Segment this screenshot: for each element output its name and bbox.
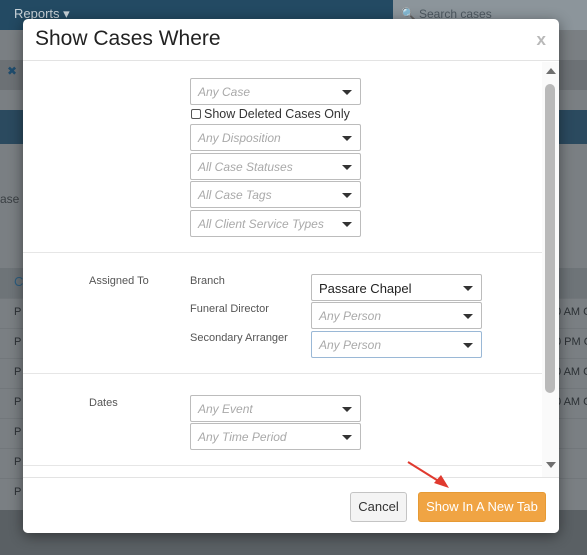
dialog-body: Any Case Show Deleted Cases Only Any Dis… <box>23 62 559 477</box>
show-deleted-cases-checkbox[interactable] <box>191 109 201 119</box>
chevron-down-icon <box>342 193 352 198</box>
section-divider <box>23 373 542 374</box>
row-prefix: P <box>14 336 22 348</box>
time-period-placeholder: Any Time Period <box>198 430 287 444</box>
row-time: 0 AM C <box>555 366 587 378</box>
chevron-down-icon <box>463 343 473 348</box>
event-select[interactable]: Any Event <box>190 395 361 422</box>
cancel-button[interactable]: Cancel <box>350 492 407 522</box>
event-placeholder: Any Event <box>198 402 253 416</box>
chevron-down-icon <box>463 286 473 291</box>
client-service-types-select[interactable]: All Client Service Types <box>190 210 361 237</box>
case-select[interactable]: Any Case <box>190 78 361 105</box>
close-tab-icon[interactable]: ✖ <box>7 64 17 78</box>
secondary-arranger-label: Secondary Arranger <box>190 332 288 344</box>
disposition-select[interactable]: Any Disposition <box>190 124 361 151</box>
row-prefix: P <box>14 306 22 318</box>
case-statuses-select[interactable]: All Case Statuses <box>190 153 361 180</box>
dialog-header: Show Cases Where x <box>23 19 559 61</box>
row-time: 0 PM O <box>555 336 587 348</box>
branch-select[interactable]: Passare Chapel <box>311 274 482 301</box>
column-header-fragment: C <box>14 274 24 289</box>
scroll-up-icon[interactable] <box>546 68 556 74</box>
disposition-placeholder: Any Disposition <box>198 131 281 145</box>
funeral-director-select[interactable]: Any Person <box>311 302 482 329</box>
row-time: 0 AM C <box>555 306 587 318</box>
row-time: 0 AM C <box>555 396 587 408</box>
case-select-placeholder: Any Case <box>198 85 251 99</box>
dialog-scrollbar[interactable] <box>542 62 559 477</box>
secondary-arranger-select[interactable]: Any Person <box>311 331 482 358</box>
case-tags-select[interactable]: All Case Tags <box>190 181 361 208</box>
chevron-down-icon <box>342 407 352 412</box>
row-prefix: P <box>14 426 22 438</box>
show-cases-where-dialog: Show Cases Where x Any Case Show Deleted… <box>23 19 559 533</box>
funeral-director-label: Funeral Director <box>190 303 269 315</box>
client-service-types-placeholder: All Client Service Types <box>198 217 324 231</box>
chevron-down-icon <box>342 435 352 440</box>
chevron-down-icon <box>342 136 352 141</box>
show-deleted-cases-label[interactable]: Show Deleted Cases Only <box>204 107 350 121</box>
dialog-footer: Cancel Show In A New Tab <box>23 477 559 533</box>
chevron-down-icon <box>342 165 352 170</box>
row-prefix: P <box>14 396 22 408</box>
row-prefix: P <box>14 456 22 468</box>
secondary-arranger-placeholder: Any Person <box>319 338 382 352</box>
section-divider <box>23 465 542 466</box>
assigned-to-label: Assigned To <box>89 275 149 287</box>
branch-value: Passare Chapel <box>319 281 412 296</box>
case-tags-placeholder: All Case Tags <box>198 188 272 202</box>
row-prefix: P <box>14 486 22 498</box>
show-in-new-tab-button[interactable]: Show In A New Tab <box>418 492 546 522</box>
row-prefix: P <box>14 366 22 378</box>
case-statuses-placeholder: All Case Statuses <box>198 160 293 174</box>
section-divider <box>23 252 542 253</box>
time-period-select[interactable]: Any Time Period <box>190 423 361 450</box>
dates-label: Dates <box>89 397 118 409</box>
close-icon[interactable]: x <box>537 30 546 50</box>
scroll-down-icon[interactable] <box>546 462 556 468</box>
chevron-down-icon <box>342 90 352 95</box>
dialog-title: Show Cases Where <box>35 27 221 50</box>
funeral-director-placeholder: Any Person <box>319 309 382 323</box>
branch-label: Branch <box>190 275 225 287</box>
chevron-down-icon <box>342 222 352 227</box>
chevron-down-icon <box>463 314 473 319</box>
scrollbar-thumb[interactable] <box>545 84 555 393</box>
